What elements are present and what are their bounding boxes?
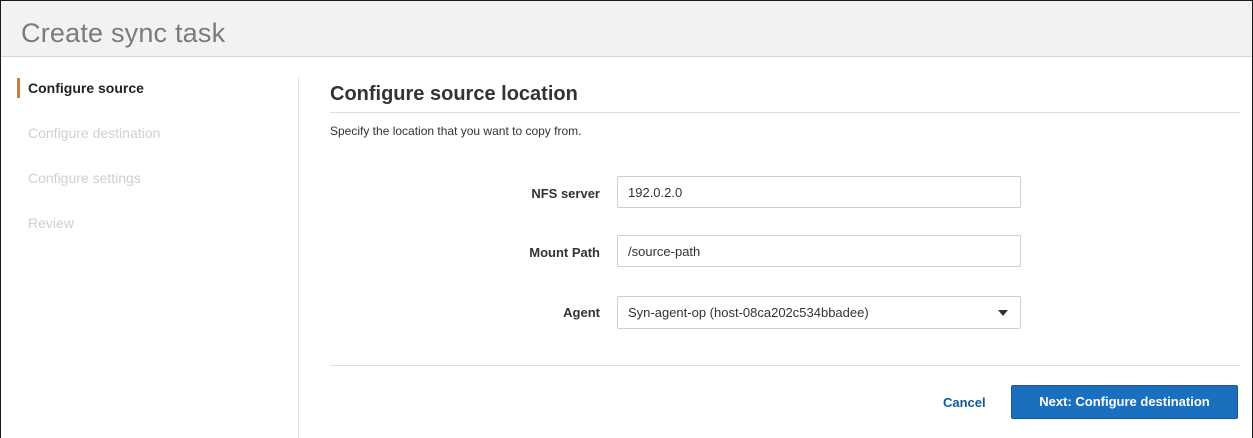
agent-select[interactable]: Syn-agent-op (host-08ca202c534bbadee) — [617, 296, 1021, 329]
cancel-button[interactable]: Cancel — [943, 395, 986, 410]
next-configure-destination-button[interactable]: Next: Configure destination — [1011, 385, 1238, 419]
wizard-steps-sidebar: Configure source Configure destination C… — [17, 78, 257, 258]
sidebar-step-label: Configure destination — [28, 125, 161, 141]
section-title: Configure source location — [330, 83, 578, 105]
sidebar-step-review: Review — [17, 213, 257, 258]
agent-label: Agent — [563, 305, 600, 320]
footer-divider — [330, 365, 1240, 366]
page-title: Create sync task — [21, 18, 226, 48]
sidebar-step-label: Configure source — [28, 80, 144, 96]
chevron-down-icon — [998, 310, 1008, 316]
section-divider — [330, 112, 1240, 113]
sidebar-step-configure-settings: Configure settings — [17, 168, 257, 213]
sidebar-step-configure-destination: Configure destination — [17, 123, 257, 168]
sidebar-step-label: Review — [28, 215, 74, 231]
agent-select-value: Syn-agent-op (host-08ca202c534bbadee) — [628, 305, 869, 320]
sidebar-step-configure-source[interactable]: Configure source — [17, 78, 257, 123]
mount-path-input[interactable] — [617, 235, 1021, 267]
sidebar-step-label: Configure settings — [28, 170, 141, 186]
sidebar-divider — [298, 77, 299, 438]
section-description: Specify the location that you want to co… — [330, 124, 582, 138]
nfs-server-input[interactable] — [617, 176, 1021, 208]
mount-path-label: Mount Path — [529, 245, 600, 260]
title-bar: Create sync task — [1, 1, 1252, 57]
nfs-server-label: NFS server — [531, 186, 600, 201]
